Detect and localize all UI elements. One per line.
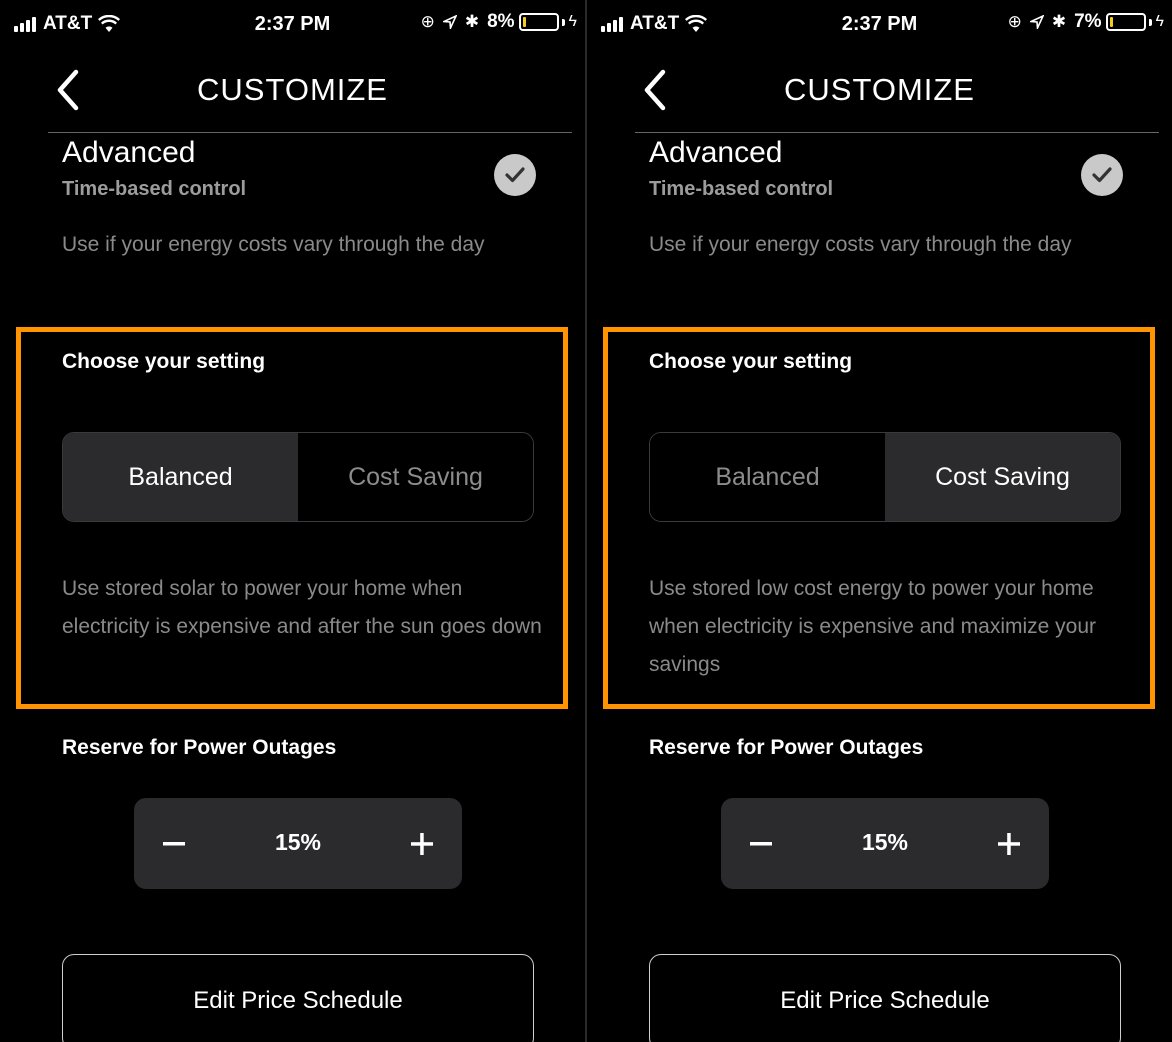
increment-button[interactable] <box>382 798 462 889</box>
setting-description: Use stored solar to power your home when… <box>62 577 542 638</box>
increment-button[interactable] <box>969 798 1049 889</box>
advanced-title: Advanced <box>649 136 783 169</box>
advanced-subtitle: Time-based control <box>649 178 834 200</box>
setting-description: Use stored low cost energy to power your… <box>649 577 1097 676</box>
page-title: CUSTOMIZE <box>784 72 975 107</box>
plus-icon <box>998 832 1020 855</box>
segment-balanced[interactable]: Balanced <box>63 433 298 521</box>
page-title: CUSTOMIZE <box>197 72 388 107</box>
minus-icon <box>163 841 185 845</box>
plus-icon <box>411 832 433 855</box>
mode-segmented-control: Balanced Cost Saving <box>62 432 534 522</box>
reserve-value: 15% <box>274 829 322 855</box>
edit-price-schedule-button[interactable]: Edit Price Schedule <box>649 954 1121 1042</box>
setting-title: Choose your setting <box>649 350 853 373</box>
reserve-stepper: 15% <box>134 798 462 889</box>
minus-icon <box>750 841 772 845</box>
reserve-title: Reserve for Power Outages <box>649 736 924 759</box>
battery-icon <box>518 13 559 31</box>
checkmark-icon[interactable] <box>1081 154 1123 196</box>
battery-percent: 8% <box>487 11 515 32</box>
nav-divider <box>635 132 1159 133</box>
location-icon <box>1029 15 1044 29</box>
nav-divider <box>48 132 572 133</box>
reserve-stepper: 15% <box>721 798 1049 889</box>
segment-cost-saving[interactable]: Cost Saving <box>298 433 533 521</box>
battery-percent: 7% <box>1074 11 1102 32</box>
rotation-lock-icon: ⊕ <box>420 12 435 31</box>
decrement-button[interactable] <box>134 798 214 889</box>
mode-segmented-control: Balanced Cost Saving <box>649 432 1121 522</box>
battery-level-fill <box>522 17 526 27</box>
advanced-title: Advanced <box>62 136 196 169</box>
advanced-subtitle: Time-based control <box>62 178 247 200</box>
checkmark-icon[interactable] <box>494 154 536 196</box>
phone-screen-left: AT&T 2:37 PM ⊕ ✱ 8% ϟ CUSTOMIZE Advanced <box>0 0 585 1042</box>
advanced-description: Use if your energy costs vary through th… <box>62 233 485 256</box>
nav-bar: CUSTOMIZE <box>587 60 1172 120</box>
edit-price-schedule-button[interactable]: Edit Price Schedule <box>62 954 534 1042</box>
charging-icon: ϟ <box>568 13 577 30</box>
segment-cost-saving[interactable]: Cost Saving <box>885 433 1120 521</box>
rotation-lock-icon: ⊕ <box>1007 12 1022 31</box>
battery-level-fill <box>1109 17 1113 27</box>
charging-icon: ϟ <box>1155 13 1164 30</box>
reserve-value: 15% <box>861 829 909 855</box>
segment-balanced[interactable]: Balanced <box>650 433 885 521</box>
advanced-description: Use if your energy costs vary through th… <box>649 233 1072 256</box>
setting-title: Choose your setting <box>62 350 266 373</box>
bluetooth-icon: ✱ <box>1051 12 1067 31</box>
battery-icon <box>1105 13 1146 31</box>
phone-screen-right: AT&T 2:37 PM ⊕ ✱ 7% ϟ CUSTOMIZE Advanced <box>587 0 1172 1042</box>
location-icon <box>442 15 457 29</box>
reserve-title: Reserve for Power Outages <box>62 736 337 759</box>
status-bar: AT&T 2:37 PM ⊕ ✱ 8% ϟ <box>0 6 585 42</box>
status-bar: AT&T 2:37 PM ⊕ ✱ 7% ϟ <box>587 6 1172 42</box>
decrement-button[interactable] <box>721 798 801 889</box>
bluetooth-icon: ✱ <box>464 12 480 31</box>
nav-bar: CUSTOMIZE <box>0 60 585 120</box>
